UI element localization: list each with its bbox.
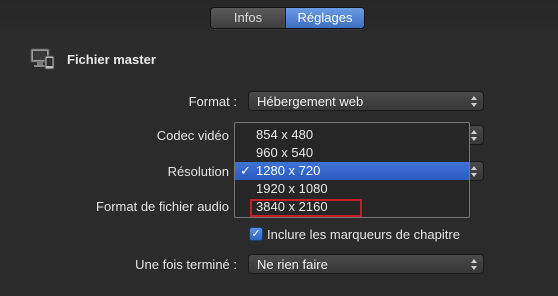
format-popup[interactable]: Hébergement web [248,91,484,111]
highlight-box [250,199,362,217]
popup-arrows-icon [471,130,477,141]
menu-item-label: 1920 x 1080 [256,181,328,196]
chapter-markers-label: Inclure les marqueurs de chapitre [267,227,460,242]
popup-arrows-icon [471,96,477,107]
audio-format-label: Format de fichier audio [96,199,229,214]
popup-arrows-icon [471,166,477,177]
tab-infos[interactable]: Infos [211,8,286,28]
menu-item-label: 960 x 540 [256,145,314,160]
tab-bar: Infos Réglages [210,7,365,29]
when-done-value: Ne rien faire [257,257,328,272]
codec-label: Codec vidéo [156,128,229,143]
when-done-popup[interactable]: Ne rien faire [248,254,484,274]
chapter-markers-checkbox[interactable]: ✓ [249,227,263,241]
format-value: Hébergement web [257,94,364,109]
format-label: Format : [188,94,237,109]
menu-item-selected[interactable]: ✓ 1280 x 720 [235,162,469,180]
tab-reglages[interactable]: Réglages [286,8,364,28]
section-title: Fichier master [67,52,156,67]
checkmark-icon: ✓ [251,228,261,240]
monitor-device-icon [30,48,55,70]
menu-item[interactable]: 854 x 480 [235,126,469,144]
when-done-label: Une fois terminé : [135,257,237,272]
resolution-label: Résolution [167,164,229,179]
menu-item-label: 1280 x 720 [256,163,321,178]
resolution-menu: 854 x 480 960 x 540 ✓ 1280 x 720 1920 x … [234,122,470,218]
menu-item[interactable]: 960 x 540 [235,144,469,162]
menu-item-label: 854 x 480 [256,127,314,142]
menu-item[interactable]: 1920 x 1080 [235,180,469,198]
checkmark-icon: ✓ [240,163,251,178]
popup-arrows-icon [471,259,477,270]
